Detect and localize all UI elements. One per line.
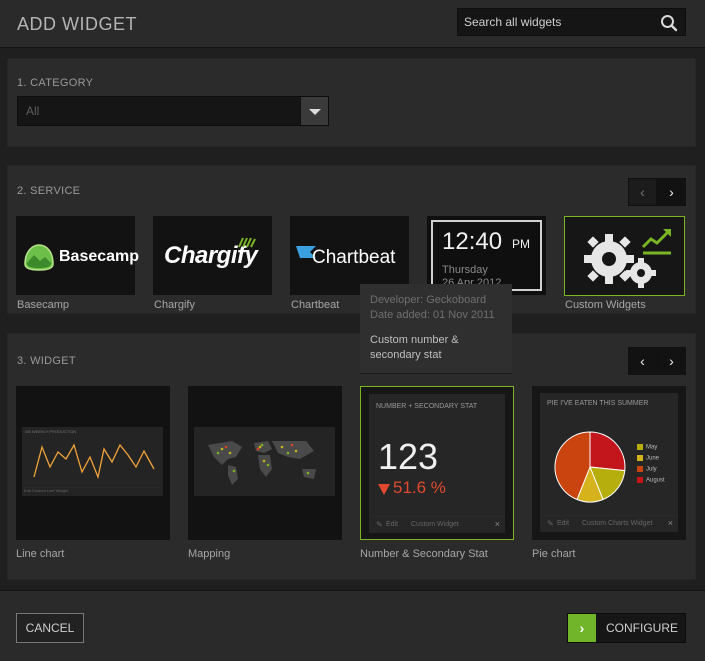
chartbeat-logo-text: Chartbeat: [312, 247, 396, 268]
tooltip-developer: Developer: Geckoboard: [370, 294, 487, 306]
pie-chart-preview: PIE I'VE EATEN THIS SUMMER May June July…: [540, 393, 678, 532]
number-stat-preview-title: NUMBER + SECONDARY STAT: [376, 403, 478, 410]
line-chart-preview-title: GB WEEKLY PRODUCTION: [25, 429, 77, 434]
clock-ampm: PM: [512, 237, 530, 251]
widget-label-line-chart: Line chart: [16, 548, 65, 560]
service-label-chargify: Chargify: [154, 299, 195, 311]
number-stat-footer-label: Custom Widget: [411, 521, 459, 528]
service-tile-basecamp[interactable]: Basecamp: [16, 216, 139, 295]
widget-tile-pie-chart[interactable]: PIE I'VE EATEN THIS SUMMER May June July…: [532, 386, 686, 540]
clock-day: Thursday: [442, 264, 488, 276]
legend-swatch: [637, 466, 643, 472]
category-select-value: All: [26, 104, 40, 118]
dialog-header: ADD WIDGET Search all widgets: [0, 0, 705, 48]
chargify-leaf-icon: [238, 237, 256, 248]
widget-pager: ‹ ›: [628, 347, 686, 375]
category-section: 1. CATEGORY All: [7, 58, 696, 147]
widget-label-number-secondary-stat: Number & Secondary Stat: [360, 548, 488, 560]
configure-button[interactable]: › CONFIGURE: [567, 613, 686, 643]
line-chart-preview-footer: Edit Custom Line Widget: [24, 487, 161, 495]
service-label-custom-widgets: Custom Widgets: [565, 299, 646, 311]
legend-may: May: [646, 444, 658, 451]
pie-chart-footer-label: Custom Charts Widget: [582, 520, 653, 527]
service-label-basecamp: Basecamp: [17, 299, 69, 311]
chevron-right-icon[interactable]: ›: [657, 347, 686, 375]
category-heading: 1. CATEGORY: [17, 77, 94, 89]
service-pager: ‹ ›: [628, 178, 686, 206]
search-icon[interactable]: [660, 14, 678, 32]
chevron-left-icon[interactable]: ‹: [628, 178, 657, 206]
pie-chart-graph: [554, 431, 626, 503]
legend-swatch: [637, 455, 643, 461]
legend-swatch: [637, 477, 643, 483]
dialog-footer: CANCEL › CONFIGURE: [0, 590, 705, 661]
number-stat-edit-label: Edit: [386, 521, 399, 528]
basecamp-logo-icon: [24, 244, 54, 271]
clock-frame: 12:40 PM Thursday 26 Apr 2012: [431, 220, 542, 291]
chevron-left-icon[interactable]: ‹: [628, 347, 657, 375]
number-stat-secondary: 51.6 %: [393, 478, 446, 497]
number-stat-preview-footer: ✎ Edit Custom Widget ×: [369, 516, 505, 533]
widget-tile-mapping[interactable]: [188, 386, 342, 540]
gears-icon: [584, 229, 671, 288]
chevron-down-icon[interactable]: [300, 97, 328, 125]
legend-june: June: [646, 455, 660, 462]
service-heading: 2. SERVICE: [17, 185, 81, 197]
search-placeholder: Search all widgets: [464, 15, 562, 29]
widget-tile-line-chart[interactable]: GB WEEKLY PRODUCTION Edit Custom Line Wi…: [16, 386, 170, 540]
legend-swatch: [637, 444, 643, 450]
tooltip-date-added: Date added: 01 Nov 2011: [370, 309, 495, 321]
map-preview: [194, 427, 335, 496]
chevron-right-icon: ›: [568, 614, 596, 642]
service-tile-custom-widgets[interactable]: [564, 216, 685, 296]
category-select[interactable]: All: [17, 96, 329, 126]
pie-chart-preview-footer: ✎ Edit Custom Charts Widget ×: [540, 515, 678, 532]
pie-chart-edit-label: Edit: [557, 520, 570, 527]
configure-button-label: CONFIGURE: [606, 621, 678, 635]
line-chart-graph: [33, 443, 155, 480]
number-stat-value: 123: [378, 436, 439, 477]
chevron-right-icon[interactable]: ›: [657, 178, 686, 206]
number-stat-preview: NUMBER + SECONDARY STAT 123 51.6 % ✎ Edi…: [369, 394, 505, 533]
pencil-icon: ✎: [376, 520, 383, 529]
widget-label-pie-chart: Pie chart: [532, 548, 576, 560]
pie-chart-preview-title: PIE I'VE EATEN THIS SUMMER: [547, 400, 649, 407]
dialog-title: ADD WIDGET: [17, 14, 137, 34]
basecamp-logo-text: Basecamp: [59, 248, 140, 265]
line-chart-preview: GB WEEKLY PRODUCTION Edit Custom Line Wi…: [22, 427, 163, 496]
pie-chart-legend: May June July August: [637, 444, 675, 492]
service-tile-chargify[interactable]: Chargify: [153, 216, 272, 295]
widget-tile-number-secondary-stat[interactable]: NUMBER + SECONDARY STAT 123 51.6 % ✎ Edi…: [360, 386, 514, 540]
widget-label-mapping: Mapping: [188, 548, 231, 560]
service-label-chartbeat: Chartbeat: [291, 299, 340, 311]
search-input[interactable]: Search all widgets: [457, 8, 686, 36]
cancel-button[interactable]: CANCEL: [16, 613, 84, 643]
pencil-icon: ✎: [547, 519, 554, 528]
clock-time: 12:40: [442, 228, 503, 255]
tooltip-description: Custom number & secondary stat: [370, 334, 459, 361]
legend-august: August: [646, 477, 665, 484]
close-icon: ×: [494, 519, 500, 529]
legend-july: July: [646, 466, 657, 473]
close-icon: ×: [667, 518, 673, 528]
world-map-icon: [208, 441, 316, 485]
triangle-down-icon: [378, 484, 390, 495]
widget-heading: 3. WIDGET: [17, 355, 76, 367]
service-tooltip: Developer: Geckoboard Date added: 01 Nov…: [360, 284, 512, 374]
